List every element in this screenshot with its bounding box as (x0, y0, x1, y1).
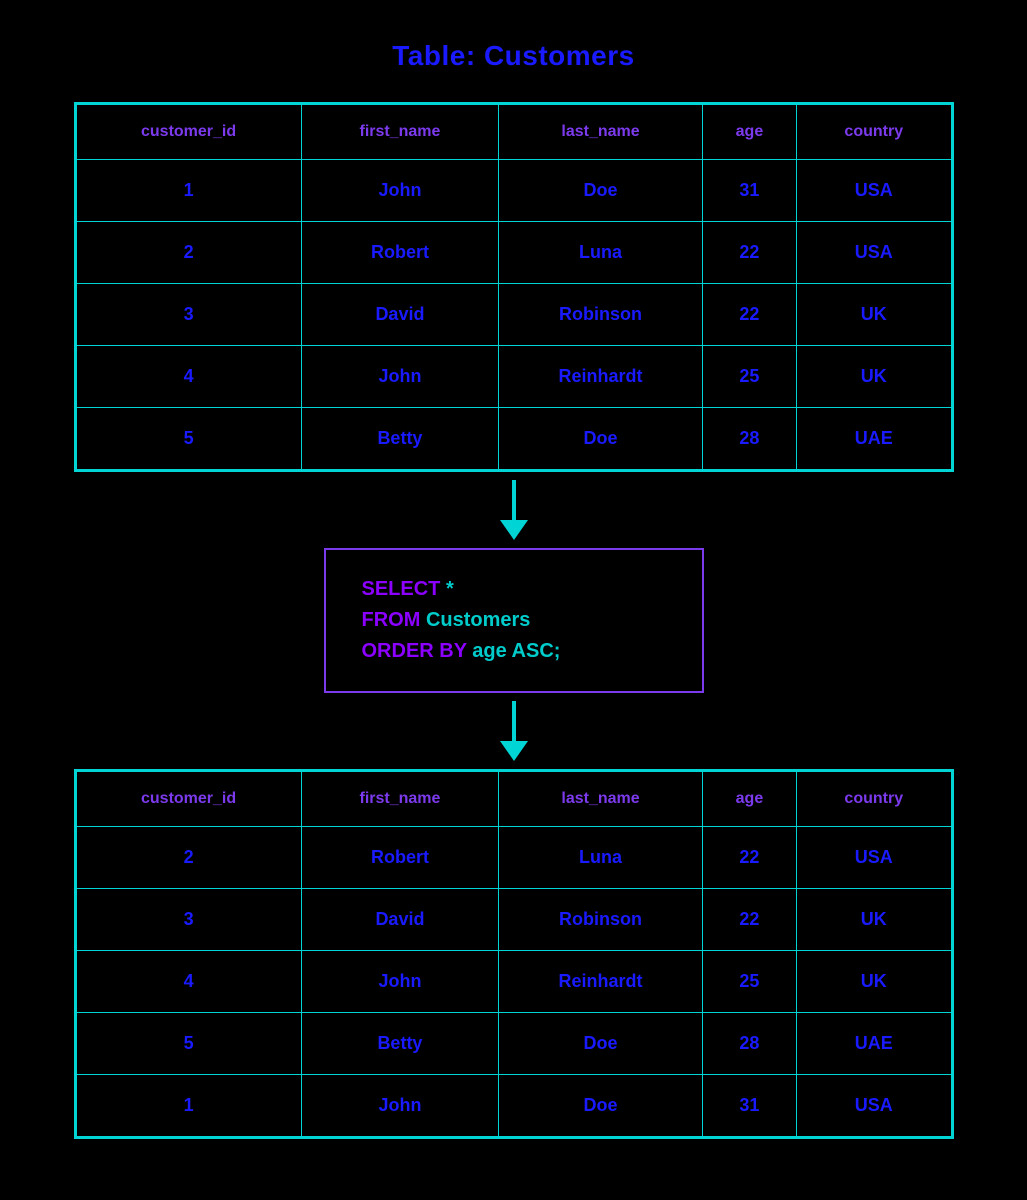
top-cell-first_name-3: John (301, 346, 499, 408)
top-table-row: 1JohnDoe31USA (76, 160, 951, 222)
top-cell-age-3: 25 (702, 346, 796, 408)
bottom-col-first-name: first_name (301, 772, 499, 827)
bottom-cell-customer_id-1: 3 (76, 889, 301, 951)
top-cell-last_name-2: Robinson (499, 284, 703, 346)
sql-orderby-keyword: ORDER BY (362, 640, 467, 662)
sql-from-rest: Customers (420, 609, 530, 631)
sql-select-keyword: SELECT (362, 578, 441, 600)
top-cell-country-2: UK (797, 284, 951, 346)
bottom-cell-country-2: UK (797, 951, 951, 1013)
bottom-col-last-name: last_name (499, 772, 703, 827)
bottom-cell-first_name-4: John (301, 1075, 499, 1137)
bottom-col-customer-id: customer_id (76, 772, 301, 827)
sql-line-3: ORDER BY age ASC; (362, 640, 666, 663)
top-cell-country-1: USA (797, 222, 951, 284)
top-cell-last_name-3: Reinhardt (499, 346, 703, 408)
bottom-cell-country-0: USA (797, 827, 951, 889)
bottom-cell-customer_id-3: 5 (76, 1013, 301, 1075)
sql-select-rest: * (440, 578, 453, 600)
top-cell-last_name-4: Doe (499, 408, 703, 470)
top-cell-last_name-1: Luna (499, 222, 703, 284)
sql-box-wrapper: SELECT * FROM Customers ORDER BY age ASC… (324, 548, 704, 693)
top-cell-customer_id-0: 1 (76, 160, 301, 222)
bottom-cell-age-2: 25 (702, 951, 796, 1013)
sql-from-keyword: FROM (362, 609, 421, 631)
bottom-cell-customer_id-2: 4 (76, 951, 301, 1013)
arrow-head-top (500, 520, 528, 540)
bottom-table-row: 3DavidRobinson22UK (76, 889, 951, 951)
arrow-line-bottom (512, 701, 516, 741)
bottom-cell-country-4: USA (797, 1075, 951, 1137)
sql-line-1: SELECT * (362, 578, 666, 601)
top-cell-customer_id-3: 4 (76, 346, 301, 408)
top-cell-first_name-0: John (301, 160, 499, 222)
page-title: Table: Customers (392, 40, 634, 72)
top-table-row: 4JohnReinhardt25UK (76, 346, 951, 408)
top-cell-customer_id-4: 5 (76, 408, 301, 470)
arrow-bottom (500, 701, 528, 761)
top-cell-age-1: 22 (702, 222, 796, 284)
top-col-last-name: last_name (499, 105, 703, 160)
bottom-table-header-row: customer_id first_name last_name age cou… (76, 772, 951, 827)
arrow-line-top (512, 480, 516, 520)
bottom-cell-last_name-0: Luna (499, 827, 703, 889)
bottom-cell-age-3: 28 (702, 1013, 796, 1075)
top-col-first-name: first_name (301, 105, 499, 160)
top-table-row: 5BettyDoe28UAE (76, 408, 951, 470)
bottom-cell-first_name-2: John (301, 951, 499, 1013)
bottom-cell-last_name-1: Robinson (499, 889, 703, 951)
top-col-country: country (797, 105, 951, 160)
top-cell-customer_id-1: 2 (76, 222, 301, 284)
top-cell-first_name-1: Robert (301, 222, 499, 284)
bottom-cell-customer_id-0: 2 (76, 827, 301, 889)
top-col-age: age (702, 105, 796, 160)
bottom-col-country: country (797, 772, 951, 827)
bottom-cell-first_name-3: Betty (301, 1013, 499, 1075)
bottom-table-row: 4JohnReinhardt25UK (76, 951, 951, 1013)
sql-orderby-rest: age ASC; (467, 640, 561, 662)
top-table: customer_id first_name last_name age cou… (74, 102, 954, 472)
top-table-row: 2RobertLuna22USA (76, 222, 951, 284)
bottom-cell-age-4: 31 (702, 1075, 796, 1137)
sql-line-2: FROM Customers (362, 609, 666, 632)
bottom-cell-last_name-2: Reinhardt (499, 951, 703, 1013)
bottom-cell-first_name-0: Robert (301, 827, 499, 889)
top-cell-age-2: 22 (702, 284, 796, 346)
arrow-top (500, 480, 528, 540)
bottom-cell-country-1: UK (797, 889, 951, 951)
top-table-header-row: customer_id first_name last_name age cou… (76, 105, 951, 160)
bottom-table-row: 5BettyDoe28UAE (76, 1013, 951, 1075)
top-cell-customer_id-2: 3 (76, 284, 301, 346)
arrow-head-bottom (500, 741, 528, 761)
bottom-cell-customer_id-4: 1 (76, 1075, 301, 1137)
bottom-cell-last_name-4: Doe (499, 1075, 703, 1137)
bottom-table-row: 2RobertLuna22USA (76, 827, 951, 889)
top-col-customer-id: customer_id (76, 105, 301, 160)
sql-box: SELECT * FROM Customers ORDER BY age ASC… (324, 548, 704, 693)
bottom-table-row: 1JohnDoe31USA (76, 1075, 951, 1137)
bottom-cell-age-1: 22 (702, 889, 796, 951)
top-cell-first_name-2: David (301, 284, 499, 346)
top-cell-country-0: USA (797, 160, 951, 222)
bottom-col-age: age (702, 772, 796, 827)
top-cell-last_name-0: Doe (499, 160, 703, 222)
top-table-row: 3DavidRobinson22UK (76, 284, 951, 346)
top-cell-country-3: UK (797, 346, 951, 408)
bottom-cell-last_name-3: Doe (499, 1013, 703, 1075)
bottom-cell-first_name-1: David (301, 889, 499, 951)
bottom-cell-age-0: 22 (702, 827, 796, 889)
top-cell-first_name-4: Betty (301, 408, 499, 470)
top-cell-age-4: 28 (702, 408, 796, 470)
top-cell-age-0: 31 (702, 160, 796, 222)
bottom-table: customer_id first_name last_name age cou… (74, 769, 954, 1139)
bottom-cell-country-3: UAE (797, 1013, 951, 1075)
top-cell-country-4: UAE (797, 408, 951, 470)
